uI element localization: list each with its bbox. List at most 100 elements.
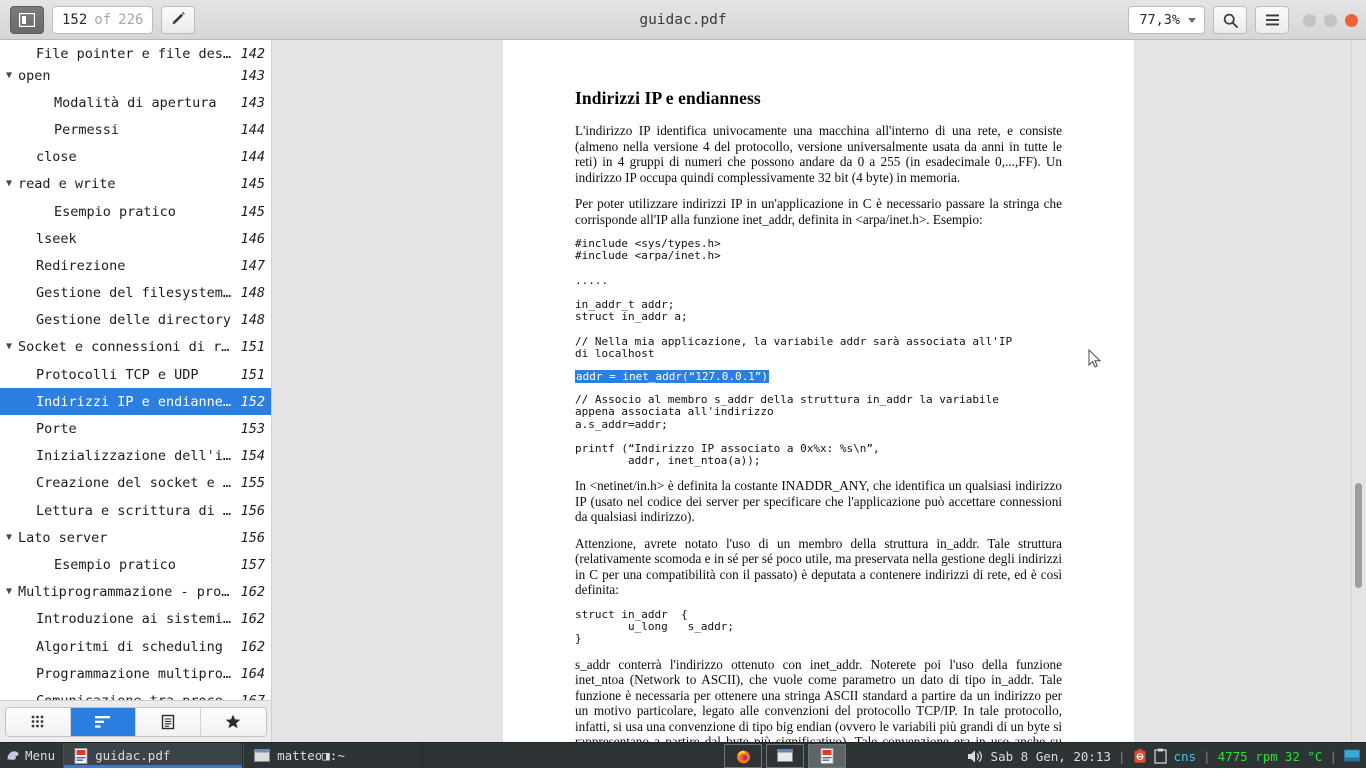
toc-item-3[interactable]: Permessi144 — [0, 116, 271, 143]
toc-item-14[interactable]: Porte153 — [0, 415, 271, 442]
toc-item-20[interactable]: ▼Multiprogrammazione - pro…162 — [0, 579, 271, 606]
code-block-highlighted: addr = inet_addr(“127.0.0.1”) — [575, 371, 1062, 383]
toc-item-17[interactable]: Lettura e scrittura di …156 — [0, 497, 271, 524]
sidebar-toggle-button[interactable] — [10, 6, 44, 34]
chevron-down-icon — [1188, 18, 1196, 23]
clipboard-icon[interactable] — [1154, 748, 1167, 764]
toc-item-label: Esempio pratico — [54, 557, 231, 573]
toc-item-10[interactable]: Gestione delle directory148 — [0, 307, 271, 334]
toc-item-24[interactable]: Comunicazione tra proce…167 — [0, 687, 271, 700]
close-button[interactable] — [1345, 14, 1358, 27]
chevron-down-icon[interactable]: ▼ — [0, 533, 18, 543]
maximize-button[interactable] — [1324, 14, 1337, 27]
toc-item-page: 151 — [231, 367, 265, 383]
toc-item-page: 142 — [231, 46, 265, 62]
launcher-pdf-viewer[interactable] — [808, 744, 846, 768]
pdf-page-content: Indirizzi IP e endianness L'indirizzo IP… — [503, 40, 1134, 742]
chevron-down-icon[interactable]: ▼ — [0, 71, 18, 81]
toc-item-label: Modalità di apertura — [54, 95, 231, 111]
toc-item-22[interactable]: Algoritmi di scheduling162 — [0, 633, 271, 660]
toc-item-label: read e write — [18, 176, 231, 192]
sidebar-thumbnails-button[interactable] — [6, 708, 71, 736]
start-menu-button[interactable]: Menu — [0, 743, 63, 768]
toc-item-4[interactable]: close144 — [0, 144, 271, 171]
sidebar-annotations-button[interactable] — [136, 708, 201, 736]
toc-item-page: 152 — [231, 394, 265, 410]
launcher-file-manager[interactable] — [766, 744, 804, 768]
task-button-guidac[interactable]: guidac.pdf — [63, 743, 243, 768]
mint-menu-icon — [5, 747, 22, 764]
table-of-contents-list[interactable]: File pointer e file des…142▼open143Modal… — [0, 40, 271, 700]
update-blocked-icon[interactable] — [1133, 748, 1147, 764]
pdf-document-icon — [820, 748, 834, 764]
toc-item-12[interactable]: Protocolli TCP e UDP151 — [0, 361, 271, 388]
toc-item-9[interactable]: Gestione del filesystem…148 — [0, 280, 271, 307]
taskbar-launchers — [724, 743, 846, 769]
grid-dots-icon — [30, 714, 45, 729]
toc-item-label: Comunicazione tra proce… — [36, 693, 231, 700]
toc-item-18[interactable]: ▼Lato server156 — [0, 524, 271, 551]
toc-item-page: 153 — [231, 421, 265, 437]
main-menu-button[interactable] — [1255, 6, 1289, 34]
toc-item-page: 143 — [231, 95, 265, 111]
toc-item-label: Esempio pratico — [54, 204, 231, 220]
toc-item-21[interactable]: Introduzione ai sistemi…162 — [0, 606, 271, 633]
sidebar-footer — [0, 700, 271, 742]
toc-item-label: File pointer e file des… — [36, 46, 231, 62]
toc-item-13[interactable]: Indirizzi IP e endianne…152 — [0, 388, 271, 415]
toc-item-label: Permessi — [54, 122, 231, 138]
toc-item-8[interactable]: Redirezione147 — [0, 252, 271, 279]
toc-item-label: Gestione del filesystem… — [36, 285, 231, 301]
toc-item-2[interactable]: Modalità di apertura143 — [0, 89, 271, 116]
network-monitor-icon[interactable] — [1344, 749, 1360, 763]
tray-separator: | — [1329, 749, 1337, 764]
clock[interactable]: Sab 8 Gen, 20:13 — [991, 749, 1111, 764]
sidebar-bookmarks-button[interactable] — [201, 708, 266, 736]
window-icon — [777, 749, 793, 763]
paragraph-1: L'indirizzo IP identifica univocamente u… — [575, 123, 1062, 185]
toc-item-5[interactable]: ▼read e write145 — [0, 171, 271, 198]
task-button-terminal[interactable]: matteo◨:~ — [243, 743, 423, 768]
zoom-level-dropdown[interactable]: 77,3% — [1128, 6, 1205, 34]
document-scrollbar[interactable] — [1351, 40, 1366, 742]
fan-speed-value[interactable]: 4775 rpm — [1218, 749, 1278, 764]
edit-annotate-button[interactable] — [161, 6, 195, 34]
paragraph-5: s_addr conterrà l'indirizzo ottenuto con… — [575, 657, 1062, 742]
tray-separator: | — [1118, 749, 1126, 764]
toc-item-page: 151 — [231, 339, 265, 355]
toc-item-label: Redirezione — [36, 258, 231, 274]
toc-item-label: Lato server — [18, 530, 231, 546]
toc-item-page: 156 — [231, 530, 265, 546]
toc-item-6[interactable]: Esempio pratico145 — [0, 198, 271, 225]
speaker-icon[interactable] — [967, 749, 984, 764]
taskbar: Menu guidac.pdf matteo◨:~ — [0, 742, 1366, 768]
toc-item-page: 145 — [231, 204, 265, 220]
toolbar-right-group: 77,3% — [1128, 0, 1358, 40]
sidebar-outline-button[interactable] — [71, 708, 136, 736]
chevron-down-icon[interactable]: ▼ — [0, 587, 18, 597]
toc-item-0[interactable]: File pointer e file des…142 — [0, 40, 271, 62]
scrollbar-thumb[interactable] — [1355, 483, 1362, 588]
paragraph-3: In <netinet/in.h> è definita la costante… — [575, 478, 1062, 525]
hamburger-menu-icon — [1264, 13, 1281, 27]
toc-item-1[interactable]: ▼open143 — [0, 62, 271, 89]
toc-item-16[interactable]: Creazione del socket e …155 — [0, 470, 271, 497]
toc-item-23[interactable]: Programmazione multipro…164 — [0, 660, 271, 687]
toc-item-7[interactable]: lseek146 — [0, 225, 271, 252]
sidebar: File pointer e file des…142▼open143Modal… — [0, 40, 272, 742]
page-number-input[interactable]: 152 of 226 — [52, 6, 153, 34]
toc-item-page: 144 — [231, 122, 265, 138]
document-viewport[interactable]: Indirizzi IP e endianness L'indirizzo IP… — [272, 40, 1366, 742]
chevron-down-icon[interactable]: ▼ — [0, 179, 18, 189]
chevron-down-icon[interactable]: ▼ — [0, 342, 18, 352]
temperature-value[interactable]: 32 °C — [1285, 749, 1323, 764]
toc-item-15[interactable]: Inizializzazione dell'i…154 — [0, 443, 271, 470]
toc-item-11[interactable]: ▼Socket e connessioni di r…151 — [0, 334, 271, 361]
minimize-button[interactable] — [1303, 14, 1316, 27]
current-page-value: 152 — [62, 12, 87, 28]
cns-label[interactable]: cns — [1174, 749, 1197, 764]
search-button[interactable] — [1213, 6, 1247, 34]
toc-item-19[interactable]: Esempio pratico157 — [0, 551, 271, 578]
toc-item-label: Programmazione multipro… — [36, 666, 231, 682]
launcher-firefox[interactable] — [724, 744, 762, 768]
